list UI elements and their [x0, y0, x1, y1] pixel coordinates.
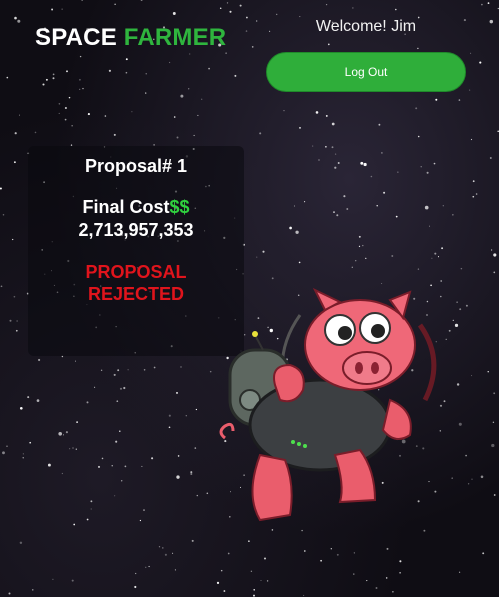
- dollar-symbol: $$: [169, 197, 190, 217]
- final-cost-text: Final Cost: [82, 197, 170, 217]
- space-pig-illustration: [219, 287, 437, 522]
- final-cost-value: 2,713,957,353: [78, 220, 194, 240]
- brand-farmer: FARMER: [123, 24, 227, 51]
- status-line-1: PROPOSAL: [85, 262, 187, 282]
- logout-button[interactable]: Log Out: [266, 52, 466, 92]
- proposal-title: Proposal# 1: [84, 156, 188, 176]
- final-cost-label: Final Cost$$: [28, 197, 244, 218]
- welcome-message: Welcome! Jim: [315, 18, 417, 35]
- brand-space: SPACE: [35, 24, 117, 51]
- status-line-2: REJECTED: [87, 284, 185, 304]
- proposal-card: Proposal# 1 Final Cost$$ 2,713,957,353 P…: [28, 146, 244, 356]
- proposal-status: PROPOSAL REJECTED: [28, 261, 244, 305]
- app-logo: SPACE FARMER: [35, 24, 226, 52]
